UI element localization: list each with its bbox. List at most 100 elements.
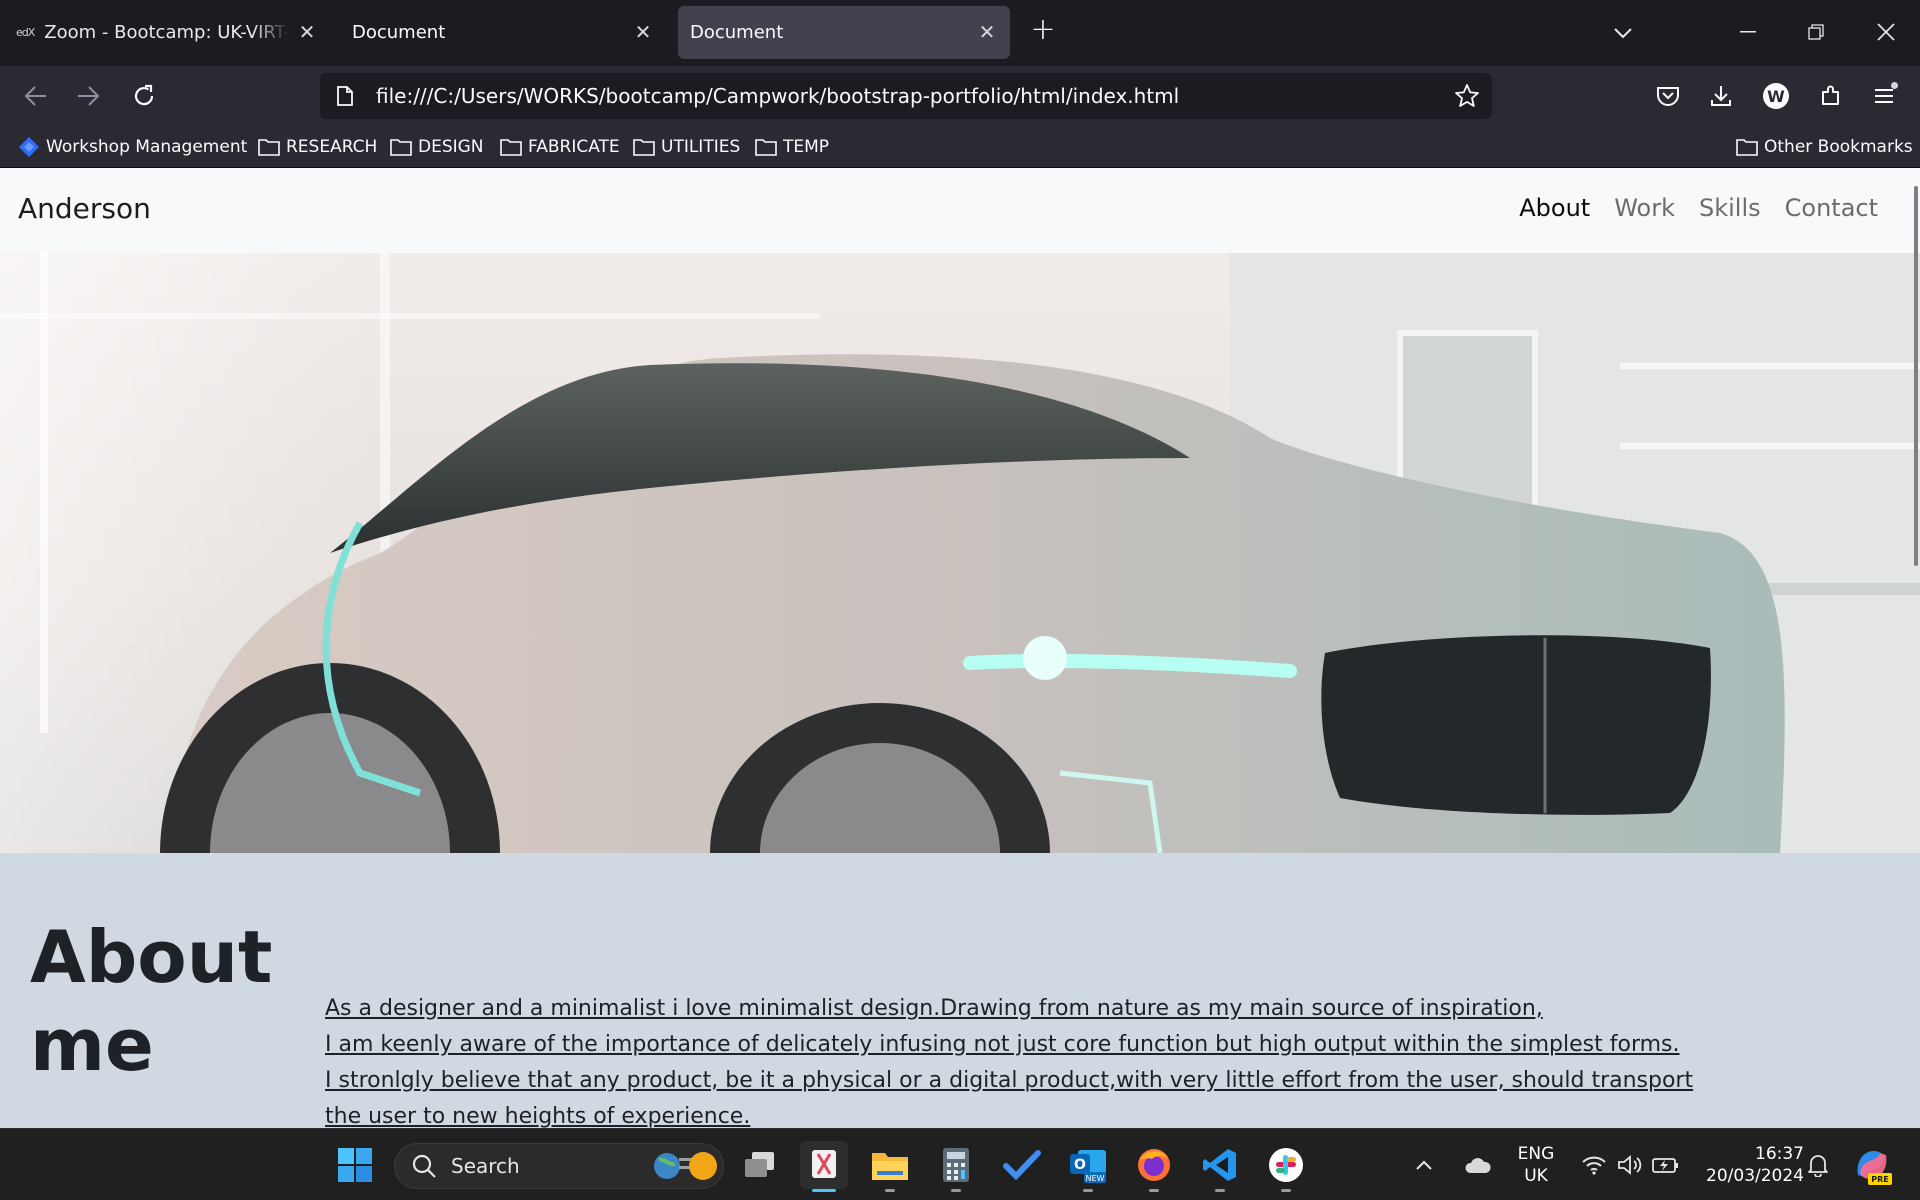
- about-line: I stronlgly believe that any product, be…: [325, 1068, 1694, 1093]
- copilot-icon[interactable]: PRE: [1846, 1141, 1898, 1189]
- site-brand[interactable]: Anderson: [18, 192, 151, 225]
- outlook-new-badge: NEW: [1086, 1174, 1105, 1183]
- tab-zoom-bootcamp[interactable]: edX Zoom - Bootcamp: UK-VIRT-FE ✕: [0, 6, 330, 59]
- clock[interactable]: 16:37 20/03/2024: [1694, 1143, 1804, 1187]
- page-icon: [334, 85, 356, 107]
- other-bookmarks-folder[interactable]: Other Bookmarks: [1736, 134, 1913, 160]
- about-heading: About me: [30, 915, 273, 1087]
- about-line: I am keenly aware of the importance of d…: [325, 1032, 1680, 1057]
- search-label: Search: [451, 1154, 520, 1178]
- bookmark-folder-design[interactable]: DESIGN: [390, 134, 484, 160]
- clock-date: 20/03/2024: [1706, 1166, 1804, 1186]
- close-tab-icon[interactable]: ✕: [976, 20, 998, 44]
- new-tab-button[interactable]: +: [1028, 15, 1058, 46]
- update-dot-icon: [1891, 82, 1898, 89]
- copilot-pre-badge: PRE: [1871, 1175, 1889, 1184]
- site-navbar: Anderson About Work Skills Contact: [0, 168, 1920, 253]
- navigation-toolbar: file:///C:/Users/WORKS/bootcamp/Campwork…: [0, 66, 1920, 126]
- slack-icon[interactable]: [1262, 1141, 1310, 1192]
- close-window-icon[interactable]: [1866, 14, 1906, 50]
- forward-arrow-icon[interactable]: [72, 80, 104, 112]
- task-view-icon[interactable]: [736, 1141, 784, 1189]
- bookmark-label: TEMP: [783, 137, 830, 157]
- tab-document[interactable]: Document ✕: [336, 6, 666, 59]
- file-explorer-icon[interactable]: [866, 1141, 914, 1192]
- tab-label: Zoom - Bootcamp: UK-VIRT-FE: [44, 22, 290, 43]
- running-indicator: [1215, 1189, 1225, 1192]
- hero-car-illustration: [0, 253, 1920, 853]
- running-indicator: [1083, 1189, 1093, 1192]
- bookmark-folder-research[interactable]: RESEARCH: [258, 134, 377, 160]
- nav-link-skills[interactable]: Skills: [1687, 194, 1773, 222]
- close-tab-icon[interactable]: ✕: [632, 20, 654, 44]
- search-highlight-globe-icon: [654, 1152, 717, 1180]
- folder-icon: [755, 139, 777, 156]
- wifi-icon[interactable]: [1576, 1141, 1612, 1189]
- extensions-puzzle-icon[interactable]: [1815, 80, 1847, 112]
- account-initial: W: [1763, 83, 1789, 109]
- bookmark-folder-fabricate[interactable]: FABRICATE: [500, 134, 620, 160]
- account-avatar[interactable]: W: [1760, 80, 1792, 112]
- url-text[interactable]: file:///C:/Users/WORKS/bootcamp/Campwork…: [376, 84, 1179, 108]
- minimize-window-icon[interactable]: [1728, 14, 1768, 50]
- list-all-tabs-chevron-icon[interactable]: [1608, 18, 1638, 48]
- app-menu-hamburger-icon[interactable]: [1868, 80, 1900, 112]
- nav-link-work[interactable]: Work: [1602, 194, 1687, 222]
- folder-icon: [500, 139, 522, 156]
- address-bar[interactable]: file:///C:/Users/WORKS/bootcamp/Campwork…: [320, 73, 1492, 119]
- site-nav-links: About Work Skills Contact: [1507, 194, 1890, 222]
- input-language-indicator[interactable]: ENG UK: [1506, 1143, 1566, 1187]
- web-page: Anderson About Work Skills Contact About…: [0, 168, 1920, 1128]
- running-indicator: [951, 1189, 961, 1192]
- restore-window-icon[interactable]: [1796, 14, 1836, 50]
- about-line: the user to new heights of experience.: [325, 1104, 751, 1128]
- folder-icon: [1736, 139, 1758, 156]
- bookmark-label: FABRICATE: [528, 137, 620, 157]
- running-indicator: [1149, 1189, 1159, 1192]
- bookmark-folder-temp[interactable]: TEMP: [755, 134, 829, 160]
- calculator-icon[interactable]: [932, 1141, 980, 1192]
- about-section: About me As a designer and a minimalist …: [0, 853, 1920, 1128]
- bookmark-folder-utilities[interactable]: UTILITIES: [633, 134, 740, 160]
- volume-icon[interactable]: [1612, 1141, 1648, 1189]
- bookmark-workshop-management[interactable]: Workshop Management: [18, 134, 247, 160]
- language-code: ENG: [1517, 1144, 1555, 1164]
- todo-icon[interactable]: [998, 1141, 1046, 1189]
- bookmark-label: RESEARCH: [286, 137, 378, 157]
- about-paragraph: As a designer and a minimalist i love mi…: [325, 991, 1725, 1128]
- bookmark-star-icon[interactable]: [1454, 83, 1480, 109]
- back-arrow-icon[interactable]: [20, 80, 52, 112]
- pocket-icon[interactable]: [1652, 80, 1684, 112]
- windows-start-icon[interactable]: [331, 1141, 379, 1189]
- windows-taskbar: Search O NEW ENG UK 16:37 20/03/2024 PRE: [0, 1128, 1920, 1200]
- page-scrollbar-thumb[interactable]: [1914, 186, 1918, 566]
- onedrive-cloud-icon[interactable]: [1456, 1141, 1500, 1189]
- show-hidden-icons-chevron-icon[interactable]: [1406, 1141, 1442, 1189]
- edx-favicon-icon: edX: [16, 26, 35, 39]
- vscode-icon[interactable]: [1196, 1141, 1244, 1192]
- snipping-tool-icon[interactable]: [800, 1141, 848, 1192]
- bookmark-label: UTILITIES: [661, 137, 741, 157]
- running-indicator: [885, 1189, 895, 1192]
- battery-charging-icon[interactable]: [1648, 1141, 1684, 1189]
- region-code: UK: [1524, 1166, 1548, 1186]
- downloads-icon[interactable]: [1705, 80, 1737, 112]
- about-line: As a designer and a minimalist i love mi…: [325, 996, 1543, 1021]
- diamond-icon: [19, 137, 39, 157]
- notification-bell-icon[interactable]: [1800, 1141, 1836, 1189]
- bookmark-label: Workshop Management: [46, 137, 248, 157]
- tab-label: Document: [352, 22, 446, 43]
- active-indicator: [812, 1189, 836, 1192]
- svg-text:O: O: [1074, 1157, 1086, 1173]
- tab-label: Document: [690, 22, 784, 43]
- reload-icon[interactable]: [128, 80, 160, 112]
- firefox-icon[interactable]: [1130, 1141, 1178, 1192]
- taskbar-search-box[interactable]: Search: [394, 1143, 724, 1189]
- outlook-icon[interactable]: O NEW: [1064, 1141, 1112, 1192]
- search-icon: [412, 1154, 436, 1178]
- nav-link-contact[interactable]: Contact: [1773, 194, 1890, 222]
- bookmark-label: Other Bookmarks: [1764, 137, 1913, 157]
- tab-document-active[interactable]: Document ✕: [678, 6, 1010, 59]
- nav-link-about[interactable]: About: [1507, 194, 1602, 222]
- close-tab-icon[interactable]: ✕: [296, 20, 318, 44]
